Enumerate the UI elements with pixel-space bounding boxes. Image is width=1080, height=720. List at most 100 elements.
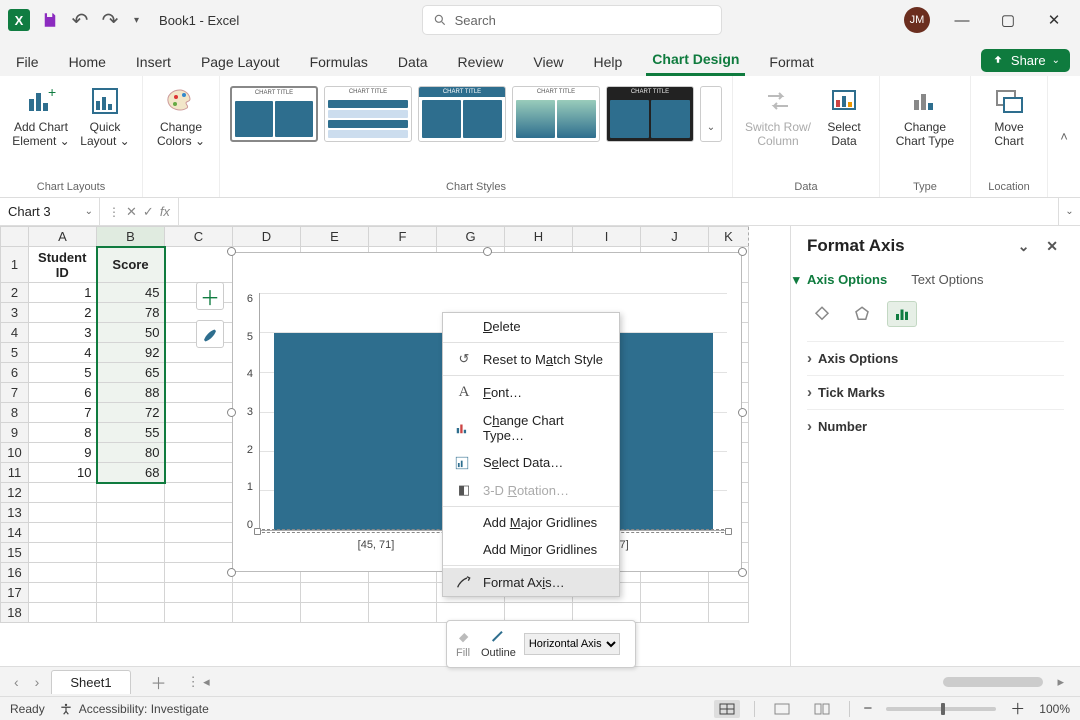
search-box[interactable]: Search	[422, 5, 722, 35]
effects-options-icon[interactable]	[847, 301, 877, 327]
change-chart-type-button[interactable]: Change Chart Type	[890, 82, 960, 149]
share-button[interactable]: Share⌄	[981, 49, 1070, 72]
cell[interactable]	[165, 247, 233, 283]
view-page-break-icon[interactable]	[809, 700, 835, 718]
cell[interactable]: 45	[97, 283, 165, 303]
cell[interactable]: 50	[97, 323, 165, 343]
window-maximize-icon[interactable]: ▢	[994, 11, 1022, 29]
change-colors-button[interactable]: Change Colors ⌄	[153, 82, 209, 149]
row-header[interactable]: 14	[1, 523, 29, 543]
pane-section-tick-marks[interactable]: Tick Marks	[807, 375, 1064, 409]
row-header[interactable]: 6	[1, 363, 29, 383]
cell[interactable]: 80	[97, 443, 165, 463]
formula-input[interactable]	[179, 198, 1058, 225]
ctx-add-minor-gridlines[interactable]: Add Minor Gridlines	[443, 536, 619, 563]
cell[interactable]: 78	[97, 303, 165, 323]
sheet-nav-next-icon[interactable]: ›	[31, 674, 44, 690]
cell[interactable]: 7	[29, 403, 97, 423]
col-header[interactable]: A	[29, 227, 97, 247]
chart-brush-icon[interactable]	[196, 320, 224, 348]
resize-handle[interactable]	[227, 568, 236, 577]
chart-style-thumb[interactable]: CHART TITLE	[230, 86, 318, 142]
row-header[interactable]: 17	[1, 583, 29, 603]
chart-style-thumb[interactable]: CHART TITLE	[418, 86, 506, 142]
tab-file[interactable]: File	[10, 54, 45, 76]
row-header[interactable]: 10	[1, 443, 29, 463]
row-header[interactable]: 8	[1, 403, 29, 423]
col-header[interactable]: D	[233, 227, 301, 247]
row-header[interactable]: 5	[1, 343, 29, 363]
row-header[interactable]: 18	[1, 603, 29, 623]
formula-cancel-icon[interactable]: ✕	[126, 204, 137, 220]
excel-app-icon[interactable]	[8, 9, 30, 31]
pane-section-number[interactable]: Number	[807, 409, 1064, 443]
redo-icon[interactable]: ↷	[100, 10, 120, 30]
scroll-right-icon[interactable]: ▸	[1051, 674, 1070, 690]
tab-help[interactable]: Help	[588, 54, 629, 76]
ctx-add-major-gridlines[interactable]: Add Major Gridlines	[443, 509, 619, 536]
ctx-font[interactable]: AFont…	[443, 378, 619, 407]
mini-outline-button[interactable]: Outline	[481, 629, 516, 659]
chart-style-thumb[interactable]: CHART TITLE	[324, 86, 412, 142]
fx-label[interactable]: fx	[160, 204, 170, 219]
cell[interactable]: 9	[29, 443, 97, 463]
resize-handle[interactable]	[227, 408, 236, 417]
sheet-tab[interactable]: Sheet1	[51, 670, 130, 694]
pane-tab-axis-options[interactable]: Axis Options	[807, 272, 887, 287]
col-header[interactable]: E	[301, 227, 369, 247]
row-header[interactable]: 1	[1, 247, 29, 283]
pane-tab-text-options[interactable]: Text Options	[911, 272, 983, 287]
window-minimize-icon[interactable]: —	[948, 12, 976, 29]
row-header[interactable]: 7	[1, 383, 29, 403]
row-header[interactable]: 13	[1, 503, 29, 523]
view-normal-icon[interactable]	[714, 700, 740, 718]
resize-handle[interactable]	[227, 247, 236, 256]
axis-options-icon[interactable]	[887, 301, 917, 327]
resize-handle[interactable]	[738, 408, 747, 417]
ctx-select-data[interactable]: Select Data…	[443, 449, 619, 476]
select-data-button[interactable]: Select Data	[819, 82, 869, 149]
tab-page-layout[interactable]: Page Layout	[195, 54, 286, 76]
col-header[interactable]: J	[641, 227, 709, 247]
row-header[interactable]: 2	[1, 283, 29, 303]
col-header[interactable]: K	[709, 227, 749, 247]
pane-dropdown-icon[interactable]: ⌄	[1012, 238, 1036, 254]
cell[interactable]: 3	[29, 323, 97, 343]
resize-handle[interactable]	[738, 568, 747, 577]
sheet-nav-prev-icon[interactable]: ‹	[10, 674, 23, 690]
tab-view[interactable]: View	[527, 54, 569, 76]
col-header[interactable]: C	[165, 227, 233, 247]
mini-fill-button[interactable]: Fill	[453, 629, 473, 659]
zoom-in-icon[interactable]: ＋	[1010, 698, 1025, 719]
ctx-delete[interactable]: Delete	[443, 313, 619, 340]
chart-styles-gallery[interactable]: CHART TITLE CHART TITLE CHART TITLE CHAR…	[230, 82, 722, 142]
worksheet-area[interactable]: A B C D E F G H I J K 1 Student ID Score…	[0, 226, 790, 666]
cell[interactable]: 65	[97, 363, 165, 383]
chart-style-thumb[interactable]: CHART TITLE	[512, 86, 600, 142]
row-header[interactable]: 15	[1, 543, 29, 563]
tab-home[interactable]: Home	[63, 54, 112, 76]
cell[interactable]: 5	[29, 363, 97, 383]
row-header[interactable]: 4	[1, 323, 29, 343]
cell[interactable]: Score	[97, 247, 165, 283]
chevron-down-icon[interactable]: ⌄	[85, 206, 93, 217]
cell[interactable]: 10	[29, 463, 97, 483]
ctx-format-axis[interactable]: Format Axis…	[443, 568, 619, 596]
cell[interactable]: 68	[97, 463, 165, 483]
cell[interactable]: 88	[97, 383, 165, 403]
name-box[interactable]: Chart 3⌄	[0, 198, 100, 225]
tab-chart-design[interactable]: Chart Design	[646, 51, 745, 76]
col-header[interactable]: F	[369, 227, 437, 247]
tab-formulas[interactable]: Formulas	[304, 54, 374, 76]
tab-format[interactable]: Format	[763, 54, 819, 76]
col-header[interactable]: B	[97, 227, 165, 247]
add-sheet-icon[interactable]: ＋	[139, 670, 179, 694]
cell[interactable]: 92	[97, 343, 165, 363]
zoom-slider[interactable]	[886, 707, 996, 711]
horizontal-scrollbar[interactable]	[943, 677, 1043, 687]
pane-section-axis-options[interactable]: Axis Options	[807, 341, 1064, 375]
cell[interactable]: Student ID	[29, 247, 97, 283]
chart-style-thumb[interactable]: CHART TITLE	[606, 86, 694, 142]
row-header[interactable]: 16	[1, 563, 29, 583]
col-header[interactable]: H	[505, 227, 573, 247]
